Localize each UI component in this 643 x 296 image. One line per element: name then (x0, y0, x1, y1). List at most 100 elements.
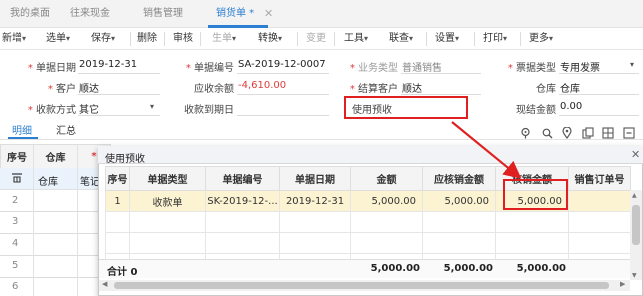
tab-detail[interactable]: 明细 (12, 122, 32, 137)
biz-type-label: * 业务类型 (349, 63, 398, 74)
select-doc-button[interactable]: 选单▾ (46, 28, 70, 50)
scroll-up-icon[interactable]: ▲ (632, 192, 637, 199)
new-button[interactable]: 新增▾ (2, 28, 26, 50)
customer-label: * 客户 (47, 84, 76, 95)
doc-date-field[interactable]: 2019-12-31 (79, 59, 137, 70)
chevron-down-icon: ▾ (66, 34, 71, 43)
footer-total-label: 合计 0 (107, 267, 138, 278)
more-button[interactable]: 更多▾ (529, 28, 553, 50)
cell-index: 1 (105, 190, 130, 212)
col-header-amount: 金额 (350, 166, 423, 191)
grid-line (0, 255, 98, 256)
biz-type-field[interactable]: 普通销售 (402, 59, 442, 74)
footer-amount: 5,000.00 (370, 263, 420, 274)
scroll-down-icon[interactable]: ▼ (632, 272, 637, 279)
doc-no-field[interactable]: SA-2019-12-0007 (238, 59, 326, 70)
toolbar-divider (426, 32, 427, 46)
row-number: 3 (12, 216, 19, 227)
settle-customer-label: * 结算客户 (349, 84, 398, 95)
print-label: 打印 (483, 33, 503, 44)
field-underline (78, 73, 160, 74)
save-label: 保存 (91, 33, 111, 44)
field-underline (237, 73, 329, 74)
cell-doc-no[interactable]: SK-2019-12-... (205, 190, 280, 212)
receivable-value: -4,610.00 (238, 80, 287, 91)
tab-summary[interactable]: 汇总 (56, 122, 76, 137)
grid-line (0, 233, 98, 234)
pay-method-select[interactable]: 其它 (79, 101, 99, 116)
query-button[interactable]: 联查▾ (389, 28, 413, 50)
row-edit-icon[interactable] (11, 172, 23, 184)
row-number: 4 (12, 238, 19, 249)
generate-button[interactable]: 生单▾ (212, 28, 236, 50)
settle-customer-field[interactable]: 顺达 (402, 80, 422, 95)
horizontal-scrollbar-thumb[interactable] (114, 282, 609, 289)
grid-header-index: 序号 (0, 144, 34, 169)
toolbar-divider (164, 32, 165, 46)
chevron-down-icon: ▾ (409, 34, 414, 43)
field-underline (559, 115, 639, 116)
change-button[interactable]: 变更 (306, 28, 326, 50)
scroll-left-icon[interactable]: ◀ (102, 280, 107, 288)
audit-button[interactable]: 审核 (173, 28, 193, 50)
col-header-index: 序号 (105, 166, 130, 191)
row-number: 5 (12, 260, 19, 271)
field-underline (237, 94, 329, 95)
delete-button[interactable]: 删除 (137, 28, 157, 50)
row-number: 6 (12, 281, 19, 292)
cell-due-amount: 5,000.00 (422, 190, 496, 212)
chevron-down-icon[interactable]: ▾ (630, 60, 634, 69)
table-row[interactable] (105, 232, 631, 254)
generate-label: 生单 (212, 33, 232, 44)
chevron-down-icon: ▾ (278, 34, 283, 43)
due-date-label: 收款到期日 (184, 105, 234, 116)
delete-row-icon[interactable] (622, 126, 636, 140)
dialog-close-icon[interactable]: ✕ (631, 148, 640, 161)
use-prepay-label: 使用预收 (352, 105, 392, 116)
invoice-type-select[interactable]: 专用发票 (560, 59, 600, 74)
chevron-down-icon[interactable]: ▾ (150, 102, 154, 111)
invoice-type-label: * 票据类型 (507, 63, 556, 74)
receivable-label: 应收余额 (194, 84, 234, 95)
tab-my-desktop[interactable]: 我的桌面 (10, 0, 50, 28)
convert-button[interactable]: 转换▾ (258, 28, 282, 50)
tab-sales-mgmt[interactable]: 销售管理 (143, 0, 183, 28)
cash-amount-field[interactable]: 0.00 (560, 101, 582, 112)
cell-doc-date: 2019-12-31 (279, 190, 351, 212)
chevron-down-icon: ▾ (364, 34, 369, 43)
toolbar-divider (474, 32, 475, 46)
tab-close-icon[interactable]: ✕ (264, 0, 273, 28)
pay-method-label: * 收款方式 (27, 105, 76, 116)
tools-label: 工具 (344, 33, 364, 44)
annotation-arrow-icon (451, 121, 522, 179)
toolbar-divider (200, 32, 201, 46)
doc-no-label: * 单据编号 (185, 63, 234, 74)
vertical-scrollbar-thumb[interactable] (632, 205, 640, 245)
grid-line (77, 144, 78, 296)
print-button[interactable]: 打印▾ (483, 28, 507, 50)
settings-button[interactable]: 设置▾ (435, 28, 459, 50)
query-label: 联查 (389, 33, 409, 44)
table-row[interactable] (105, 211, 631, 233)
tools-button[interactable]: 工具▾ (344, 28, 368, 50)
tab-cash-flow[interactable]: 往来现金 (70, 0, 110, 28)
cell-order-no[interactable] (568, 190, 631, 212)
chevron-down-icon: ▾ (549, 34, 554, 43)
col-header-doc-no: 单据编号 (205, 166, 280, 191)
chevron-down-icon: ▾ (232, 34, 237, 43)
insert-row-icon[interactable] (601, 126, 615, 140)
warehouse-field[interactable]: 仓库 (560, 80, 580, 95)
convert-label: 转换 (258, 33, 278, 44)
row-number: 2 (12, 195, 19, 206)
save-button[interactable]: 保存▾ (91, 28, 115, 50)
copy-icon[interactable] (581, 126, 595, 140)
customer-field[interactable]: 顺达 (79, 80, 99, 95)
scroll-right-icon[interactable]: ▶ (620, 280, 625, 288)
grid-header-warehouse: 仓库 (33, 144, 78, 169)
toolbar-divider (334, 32, 335, 46)
tab-sales-invoice[interactable]: 销货单 * (216, 0, 254, 28)
pin-icon[interactable] (560, 126, 574, 140)
grid-cell-warehouse[interactable]: 仓库 (38, 173, 58, 188)
search-icon[interactable] (540, 126, 554, 140)
grid-cell-note[interactable]: 笔记 (80, 173, 100, 188)
